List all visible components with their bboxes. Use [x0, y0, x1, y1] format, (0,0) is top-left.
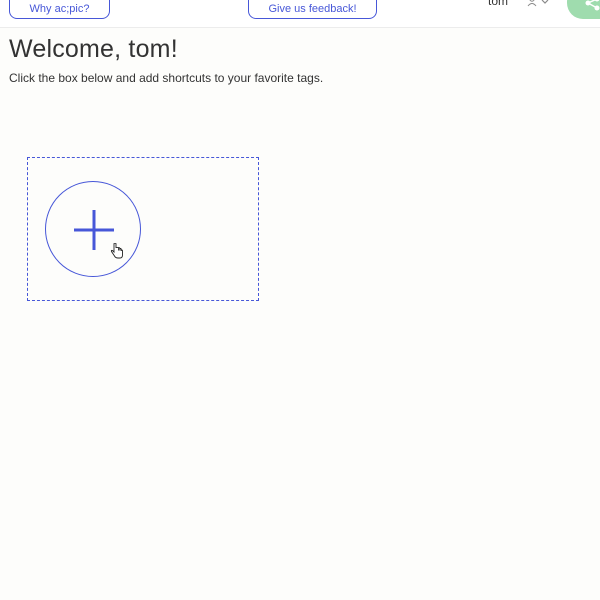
add-shortcut-button[interactable] [45, 181, 141, 277]
share-icon [585, 0, 600, 11]
why-acpic-button[interactable]: Why ac;pic? [9, 0, 110, 19]
page: Why ac;pic? Give us feedback! tom Welcom… [0, 0, 600, 600]
feedback-button[interactable]: Give us feedback! [248, 0, 377, 19]
feedback-button-label: Give us feedback! [268, 3, 357, 15]
top-bar: Why ac;pic? Give us feedback! tom [0, 0, 600, 28]
username-label: tom [488, 0, 509, 8]
user-chevron-down-icon [527, 0, 549, 7]
user-menu-toggle[interactable] [524, 0, 554, 8]
add-shortcut-box[interactable] [27, 157, 259, 301]
page-title: Welcome, tom! [9, 35, 178, 63]
why-acpic-button-label: Why ac;pic? [29, 3, 90, 15]
instructions-text: Click the box below and add shortcuts to… [9, 71, 324, 85]
share-button[interactable] [567, 0, 600, 19]
plus-icon [74, 210, 114, 250]
